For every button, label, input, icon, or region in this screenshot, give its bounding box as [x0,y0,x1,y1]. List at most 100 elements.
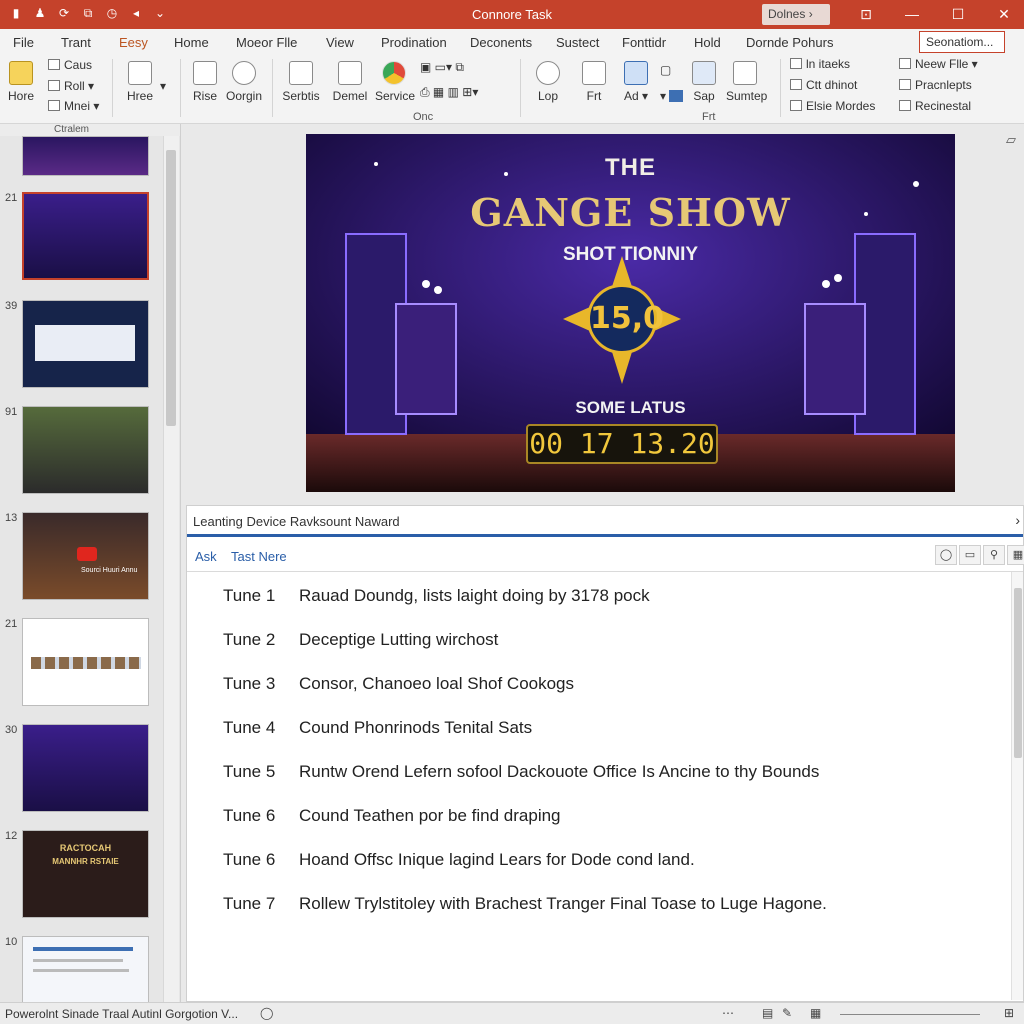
ad-button[interactable]: Ad ▾ [620,61,652,103]
refresh-icon [899,100,911,111]
tab-hold[interactable]: Hold [694,35,721,50]
ad-label: Ad ▾ [623,89,649,103]
slide-number: 91 [5,406,18,418]
ribbon-item-roll-label: Roll ▾ [64,79,95,93]
ribbon-item-recinestal[interactable]: Recinestal [899,99,971,113]
thumbnail-slide-photo[interactable] [22,406,149,494]
tab-dornde-pohurs[interactable]: Dornde Pohurs [746,35,833,50]
tab-deconents[interactable]: Deconents [470,35,532,50]
zoom-slider[interactable] [840,1014,980,1015]
demel-button[interactable]: Demel [331,61,369,103]
service-button[interactable]: Service [375,61,415,103]
chevron-right-icon[interactable]: › [1015,512,1020,528]
tab-moeor-flle[interactable]: Moeor Flle [236,35,297,50]
ribbon-item-caus[interactable]: Caus [48,58,92,72]
notes-scrollbar[interactable] [1011,572,1023,1000]
grid-view-status-icon[interactable]: ▦ [810,1006,821,1020]
sap-button[interactable]: Sap [692,61,716,103]
new-file-icon [899,58,911,69]
group-onc-label: Onc [413,111,434,123]
hree-button[interactable]: Hree [124,61,156,103]
lop-button[interactable]: Lop [533,61,563,103]
status-bar: Powerolnt Sinade Traal Autinl Gorgotion … [0,1002,1024,1024]
cloud-icon [232,61,256,85]
thumbnail-slide-host[interactable] [22,724,149,812]
slide-canvas[interactable]: THE GANGE SHOW SHOT TIONNIY 15,0 SOME LA… [306,134,955,492]
more-icon[interactable]: ⋯ [722,1006,734,1020]
thumbnail-title-1: RACTOCAH [59,843,112,853]
origin-button[interactable]: Oorgin [224,61,264,103]
tab-tast-nere[interactable]: Tast Nere [231,549,287,564]
ribbon-item-elsie-mordes-label: Elsie Mordes [806,99,876,113]
tab-eesy[interactable]: Eesy [119,35,148,50]
minimize-icon[interactable]: — [898,3,926,25]
ribbon-item-pracnlepts[interactable]: Pracnlepts [899,78,972,92]
slide-number: 10 [5,936,18,948]
origin-label: Oorgin [225,89,263,103]
thumbnail-slide-video[interactable]: Sourci Huuri Annu [22,512,149,600]
comment-icon[interactable]: ▱ [1006,132,1016,148]
user-button[interactable]: Dolnes › [762,4,830,25]
frt-button[interactable]: Frt [579,61,609,103]
frame-icon[interactable]: ▢ [660,63,671,77]
tune-text: Hoand Offsc Inique lagind Lears for Dode… [299,850,695,869]
window-icon[interactable]: ▭ [959,545,981,565]
status-circle-icon[interactable]: ◯ [260,1006,273,1020]
ribbon-print-icon[interactable]: ⎙ ▦ ▥ ⊞▾ [420,85,478,100]
ribbon-item-ctt-dhinot[interactable]: Ctt dhinot [790,78,857,92]
tab-prodination[interactable]: Prodination [381,35,447,50]
edit-view-icon[interactable]: ✎ [782,1006,792,1020]
ribbon-item-itaeks-label: ln itaeks [806,57,851,71]
scrollbar-thumb[interactable] [166,150,176,426]
notes-tabs: Ask Tast Nere ◯ ▭ ⚲ ▦ [187,540,1024,572]
tab-view[interactable]: View [326,35,354,50]
dropdown-icon[interactable]: ▾ [660,89,684,103]
ribbon-divider [520,59,521,117]
tab-file[interactable]: File [13,35,34,50]
slide-number: 13 [5,512,18,524]
home-label: Hore [7,89,34,103]
tab-fonttidr[interactable]: Fonttidr [622,35,666,50]
slide-title-line1: THE [605,154,656,181]
ribbon-divider [112,59,113,117]
serbtis-button[interactable]: Serbtis [281,61,321,103]
thumbnail-slide-top[interactable] [22,136,149,176]
thumbnail-slide-title[interactable]: RACTOCAH MANNHR RSTAIE [22,830,149,918]
search-input[interactable]: Seonatiom... [919,31,1005,53]
ribbon-item-itaeks[interactable]: ln itaeks [790,57,850,71]
home-button[interactable]: Hore [6,61,36,103]
thumbnail-slide-gallery[interactable] [22,618,149,706]
ribbon-item-elsie-mordes[interactable]: Elsie Mordes [790,99,875,113]
notes-view-icon[interactable]: ▤ [762,1006,773,1020]
tab-trant[interactable]: Trant [61,35,91,50]
ribbon-square-icon[interactable]: ▣ ▭▾ ⧉ [420,60,464,75]
thumbnail-slide-selected[interactable] [22,192,149,280]
tune-text: Rauad Doundg, lists laight doing by 3178… [299,586,650,605]
ribbon-tabs: File Trant Eesy Home Moeor Flle View Pro… [0,29,1024,55]
thumbnail-slide-doc[interactable] [22,936,149,1004]
tab-home[interactable]: Home [174,35,209,50]
restore-window-icon[interactable]: ⊡ [852,3,880,25]
frt-label: Frt [586,89,602,103]
rise-button[interactable]: Rise [190,61,220,103]
grid-small-icon [48,100,60,111]
maximize-icon[interactable]: ☐ [944,3,972,25]
close-icon[interactable]: ✕ [990,3,1018,25]
circle-toggle-icon[interactable]: ◯ [935,545,957,565]
pin-icon[interactable]: ⚲ [983,545,1005,565]
thumbnail-scrollbar[interactable] [163,136,179,1004]
hree-dropdown-icon[interactable]: ▾ [160,79,166,93]
scrollbar-thumb[interactable] [1014,588,1022,758]
tab-ask[interactable]: Ask [195,549,217,564]
ribbon-item-roll[interactable]: Roll ▾ [48,79,94,93]
monitor-icon [733,61,757,85]
tab-sustect[interactable]: Sustect [556,35,599,50]
tune-label: Tune 4 [223,718,276,737]
sap-label: Sap [693,89,715,103]
grid-view-icon[interactable]: ▦ [1007,545,1024,565]
thumbnail-slide[interactable] [22,300,149,388]
ribbon-item-mnei[interactable]: Mnei ▾ [48,99,99,113]
sumtep-button[interactable]: Sumtep [726,61,767,103]
fit-window-icon[interactable]: ⊞ [1004,1006,1014,1020]
ribbon-item-new-file[interactable]: Neew Flle ▾ [899,57,978,71]
